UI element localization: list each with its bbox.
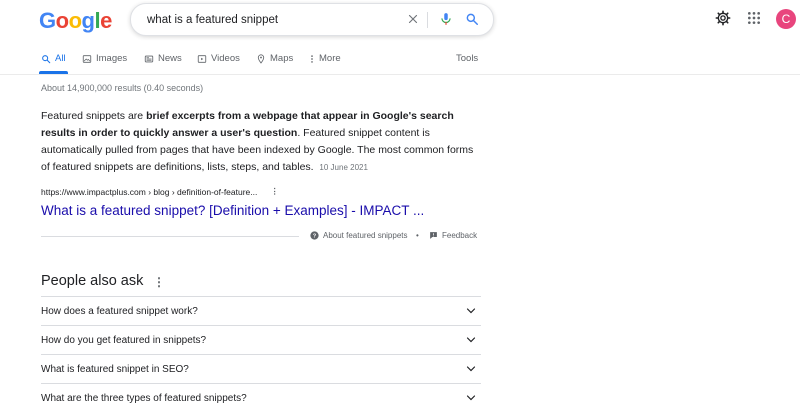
map-pin-icon [257, 53, 265, 64]
tools-label: Tools [456, 53, 479, 64]
question-item[interactable]: What is featured snippet in SEO? [41, 354, 481, 383]
question-item[interactable]: How do you get featured in snippets? [41, 325, 481, 354]
tab-label: Videos [211, 53, 240, 64]
people-also-ask-heading: People also ask [41, 273, 144, 289]
logo-letter: g [81, 8, 95, 33]
feedback-link[interactable]: Feedback [429, 231, 477, 240]
account-avatar[interactable]: C [776, 9, 796, 29]
feedback-icon [430, 232, 437, 239]
search-divider [427, 12, 428, 28]
question-text: What is featured snippet in SEO? [41, 363, 189, 375]
tools-button[interactable]: Tools [456, 53, 478, 64]
search-tabs: All Images News Videos Maps More Tools [0, 47, 800, 75]
logo-letter: G [39, 8, 56, 33]
about-label: About featured snippets [323, 231, 408, 240]
chevron-down-icon [466, 366, 476, 372]
tab-label: Images [96, 53, 128, 64]
featured-snippet-text: Featured snippets are brief excerpts fro… [41, 108, 481, 176]
tab-label: More [319, 53, 341, 64]
chevron-down-icon [466, 308, 476, 314]
apps-grid-icon[interactable] [747, 11, 761, 25]
people-also-ask-list: How does a featured snippet work? How do… [41, 296, 481, 412]
search-input[interactable] [145, 10, 399, 30]
help-icon: ? [310, 231, 319, 240]
result-more-options-icon[interactable]: ⋮ [270, 186, 279, 197]
news-icon [144, 55, 154, 62]
search-icon[interactable] [465, 12, 479, 26]
snippet-date: 10 June 2021 [319, 163, 368, 172]
svg-text:?: ? [313, 233, 317, 239]
logo-letter: o [68, 8, 82, 33]
question-text: How does a featured snippet work? [41, 305, 198, 317]
question-item[interactable]: How does a featured snippet work? [41, 296, 481, 325]
tab-label: Maps [270, 53, 294, 64]
image-icon [82, 54, 92, 63]
search-icon [42, 54, 51, 63]
settings-gear-icon[interactable] [715, 10, 731, 26]
snippet-footer: ? About featured snippets • Feedback [41, 229, 480, 244]
feedback-label: Feedback [442, 231, 478, 240]
results-stats: About 14,900,000 results (0.40 seconds) [41, 83, 204, 93]
chevron-down-icon [466, 337, 476, 343]
question-item[interactable]: What are the three types of featured sni… [41, 383, 481, 412]
more-vert-icon [311, 54, 313, 63]
snippet-divider [41, 236, 299, 237]
top-bar: Google C [0, 0, 800, 40]
active-tab-indicator [39, 71, 68, 74]
tab-images[interactable]: Images [82, 53, 127, 64]
play-icon [197, 54, 207, 63]
result-url-row: https://www.impactplus.com › blog › defi… [41, 186, 279, 197]
search-box [130, 3, 494, 36]
tab-news[interactable]: News [144, 53, 182, 64]
snippet-text-before: Featured snippets are [41, 110, 147, 122]
tab-more[interactable]: More [309, 53, 341, 64]
chevron-down-icon [466, 395, 476, 401]
logo-letter: e [100, 8, 112, 33]
tab-maps[interactable]: Maps [256, 53, 293, 64]
result-title-link[interactable]: What is a featured snippet? [Definition … [41, 203, 424, 218]
separator-dot: • [416, 231, 419, 240]
tab-label: News [158, 53, 182, 64]
question-text: What are the three types of featured sni… [41, 392, 247, 404]
logo-letter: o [55, 8, 69, 33]
microphone-icon[interactable] [439, 12, 453, 26]
result-url[interactable]: https://www.impactplus.com › blog › defi… [41, 187, 257, 197]
about-featured-snippets-link[interactable]: ? About featured snippets [310, 231, 408, 240]
clear-icon[interactable] [406, 12, 420, 26]
tab-videos[interactable]: Videos [197, 53, 240, 64]
tab-all[interactable]: All [41, 53, 66, 64]
question-text: How do you get featured in snippets? [41, 334, 207, 346]
tab-label: All [55, 53, 66, 64]
people-also-ask-menu-icon[interactable]: ⋮ [153, 275, 165, 289]
google-logo[interactable]: Google [39, 8, 112, 34]
